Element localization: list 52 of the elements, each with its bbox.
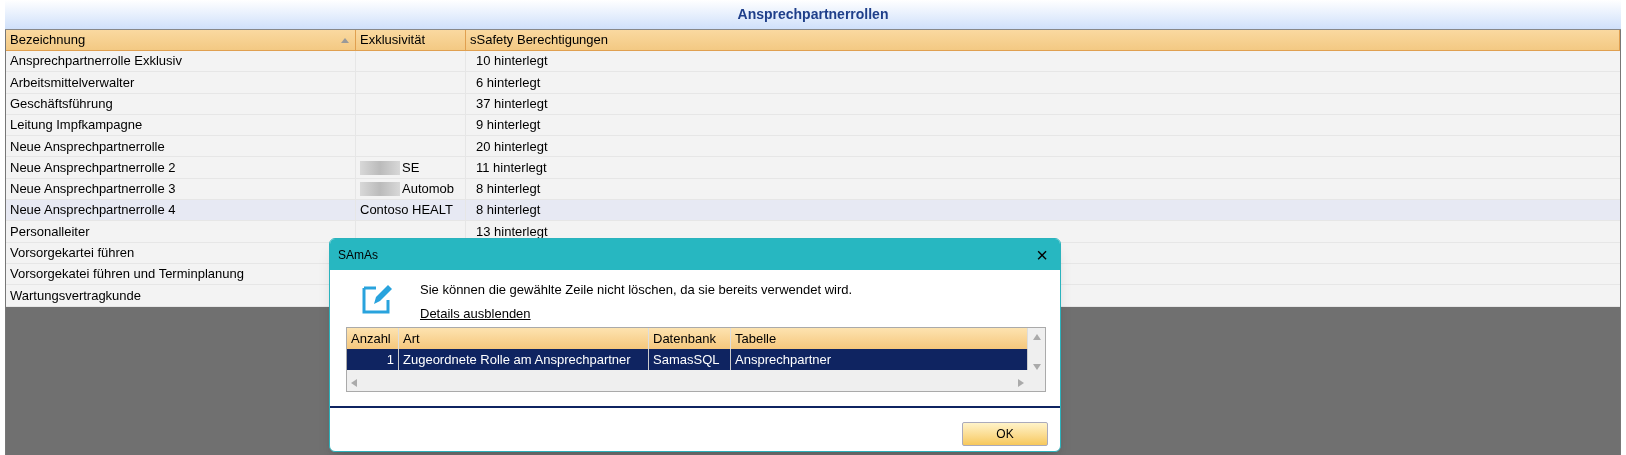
table-cell-text: 9 hinterlegt: [476, 116, 541, 135]
column-header[interactable]: Exklusivität: [356, 30, 466, 50]
table-cell-text: Contoso HEALT: [360, 201, 453, 220]
scroll-up-icon: [1032, 334, 1041, 340]
table-cell-text: 6 hinterlegt: [476, 73, 541, 92]
grid-cell-text: SamasSQL: [653, 350, 720, 369]
table-cell-text: Vorsorgekartei führen: [10, 244, 135, 263]
table-cell-text: Neue Ansprechpartnerrolle 3: [10, 180, 176, 199]
table-cell-text: Automob: [402, 180, 455, 199]
table-row[interactable]: Neue Ansprechpartnerrolle 4 Contoso HEALT 8 hinterlegt: [6, 200, 1620, 222]
table-cell-text: SE: [402, 158, 420, 177]
table-row[interactable]: Leitung Impfkampagne 9 hinterlegt: [6, 114, 1620, 137]
table-cell-text: Ansprechpartnerrolle Exklusiv: [10, 52, 182, 71]
table-row[interactable]: Geschäftsführung 37 hinterlegt: [6, 93, 1620, 115]
details-link[interactable]: Details ausblenden: [420, 303, 853, 323]
column-header[interactable]: Bezeichnung: [6, 30, 356, 50]
grid-row[interactable]: 1 Zugeordnete Rolle am Ansprechpartner SamasSQL Ansprechpartner: [347, 349, 1028, 370]
table-cell-text: Neue Ansprechpartnerrolle 2: [10, 158, 176, 177]
scroll-right-icon: [1018, 379, 1024, 387]
table-cell-text: Leitung Impfkampagne: [10, 116, 143, 135]
table-cell-text: Geschäftsführung: [10, 95, 113, 113]
close-button[interactable]: ×: [1032, 244, 1052, 265]
table-cell-text: Wartungsvertragkunde: [10, 286, 142, 305]
table-row[interactable]: Ansprechpartnerrolle Exklusiv 10 hinterlegt: [6, 51, 1620, 73]
scroll-down-icon: [1032, 364, 1041, 370]
table-row[interactable]: Neue Ansprechpartnerrolle 20 hinterlegt: [6, 136, 1620, 158]
dialog-title: SAmAs: [338, 246, 378, 264]
column-header[interactable]: sSafety Berechtigungen: [466, 30, 1620, 50]
window-title: Ansprechpartnerrollen: [737, 5, 889, 24]
table-cell-text: 11 hinterlegt: [476, 158, 547, 177]
table-row[interactable]: Neue Ansprechpartnerrolle 3 Automob 8 hinterlegt: [6, 178, 1620, 201]
table-cell-text: Neue Ansprechpartnerrolle: [10, 137, 165, 156]
table-row[interactable]: Arbeitsmittelverwalter 6 hinterlegt: [6, 72, 1620, 94]
grid-cell-text: 1: [386, 350, 394, 369]
table-row[interactable]: Neue Ansprechpartnerrolle 2 SE 11 hinterlegt: [6, 157, 1620, 179]
table-cell-text: 37 hinterlegt: [476, 95, 548, 113]
table-cell-text: 20 hinterlegt: [476, 137, 548, 156]
grid-cell-text: Zugeordnete Rolle am Ansprechpartner: [403, 350, 631, 369]
table-cell-text: 13 hinterlegt: [476, 222, 548, 241]
table-cell-text: Arbeitsmittelverwalter: [10, 73, 135, 92]
ok-button[interactable]: OK: [962, 422, 1048, 446]
scroll-left-icon: [351, 379, 357, 387]
table-cell-text: Neue Ansprechpartnerrolle 4: [10, 201, 176, 220]
table-cell-text: 10 hinterlegt: [476, 52, 548, 71]
table-cell-text: Vorsorgekatei führen und Terminplanung: [10, 265, 244, 284]
table-cell-text: 8 hinterlegt: [476, 201, 541, 220]
grid-cell-text: Ansprechpartner: [735, 350, 832, 369]
table-row[interactable]: Personalleiter 13 hinterlegt: [6, 221, 1620, 243]
message-text: Sie können die gewählte Zeile nicht löschen, da sie bereits verwendet wird.: [420, 281, 853, 299]
edit-icon: [362, 282, 394, 314]
table-cell-text: 8 hinterlegt: [476, 180, 541, 199]
table-cell-text: Personalleiter: [10, 222, 90, 241]
